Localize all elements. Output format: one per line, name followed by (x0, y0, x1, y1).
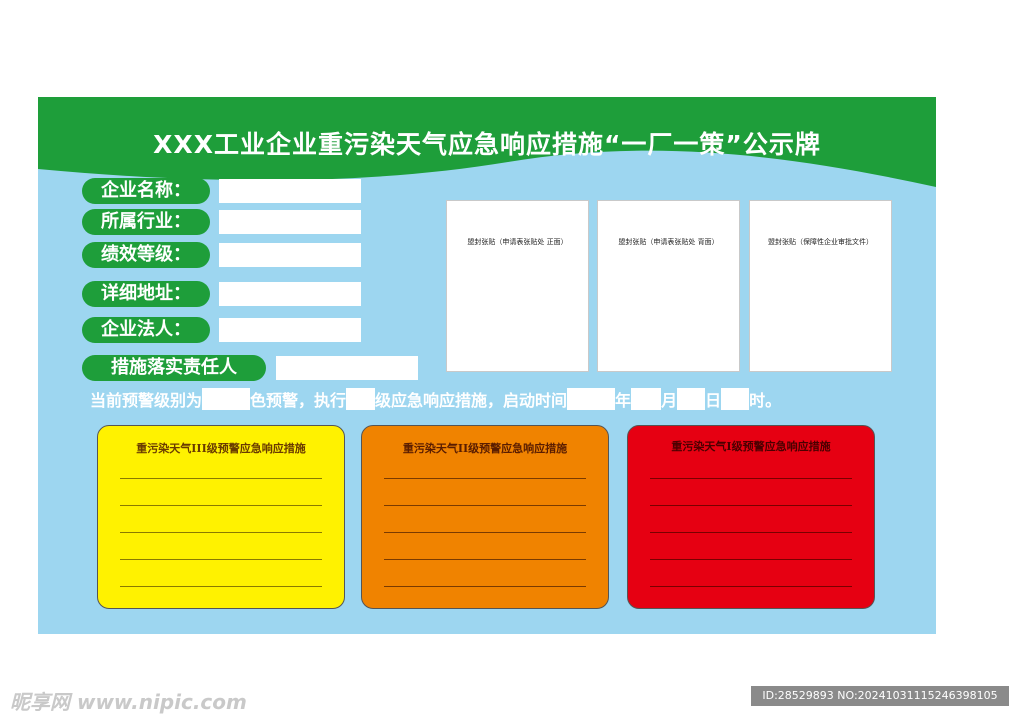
field-label: 措施落实责任人 (82, 355, 266, 381)
notice-sheet-front: 盟封张贴（申请表张贴处 正面） (446, 200, 589, 372)
day-input[interactable] (677, 388, 706, 410)
panel-level-2: 重污染天气II级预警应急响应措施 (361, 425, 609, 609)
panel-title: 重污染天气I级预警应急响应措施 (671, 440, 831, 453)
panel-level-1: 重污染天气I级预警应急响应措施 (627, 425, 875, 609)
status-text: 年 (615, 391, 632, 410)
rule-line (384, 478, 586, 479)
rule-line (120, 559, 322, 560)
response-level-input[interactable] (346, 388, 376, 410)
company-name-input[interactable] (219, 179, 361, 203)
status-text: 月 (661, 391, 678, 410)
legal-person-input[interactable] (219, 318, 361, 342)
rule-line (120, 505, 322, 506)
image-id-bar: ID:28529893 NO:20241031115246398105 (751, 686, 1009, 706)
rule-line (650, 505, 852, 506)
panel-title: 重污染天气II级预警应急响应措施 (402, 442, 568, 455)
rule-line (384, 505, 586, 506)
month-input[interactable] (631, 388, 662, 410)
rule-line (120, 478, 322, 479)
panel-title: 重污染天气III级预警应急响应措施 (136, 442, 306, 455)
field-label: 所属行业： (82, 209, 210, 235)
rule-line (650, 532, 852, 533)
rule-line (384, 559, 586, 560)
notice-label: 盟封张贴（申请表张贴处 背面） (618, 238, 719, 246)
field-label: 详细地址： (82, 281, 210, 307)
field-label: 企业法人： (82, 317, 210, 343)
panel-level-3: 重污染天气III级预警应急响应措施 (97, 425, 345, 609)
rule-line (650, 586, 852, 587)
rule-line (384, 586, 586, 587)
rule-line (120, 532, 322, 533)
notice-board: XXX工业企业重污染天气应急响应措施“一厂一策”公示牌 企业名称： 所属行业： … (38, 97, 936, 634)
status-text: 时。 (749, 391, 782, 410)
notice-sheet-back: 盟封张贴（申请表张贴处 背面） (597, 200, 740, 372)
field-label: 企业名称： (82, 178, 210, 204)
board-title: XXX工业企业重污染天气应急响应措施“一厂一策”公示牌 (153, 130, 821, 159)
status-text: 日 (705, 391, 722, 410)
year-input[interactable] (567, 388, 616, 410)
notice-label: 盟封张贴（保障性企业审批文件） (768, 238, 873, 246)
responsible-person-input[interactable] (276, 356, 418, 380)
industry-input[interactable] (219, 210, 361, 234)
status-text: 当前预警级别为 (90, 391, 203, 410)
rule-line (650, 478, 852, 479)
rule-line (384, 532, 586, 533)
performance-level-input[interactable] (219, 243, 361, 267)
warning-color-input[interactable] (202, 388, 251, 410)
notice-label: 盟封张贴（申请表张贴处 正面） (467, 238, 568, 246)
notice-sheet-approval: 盟封张贴（保障性企业审批文件） (749, 200, 892, 372)
status-text: 色预警，执行 (250, 391, 347, 410)
field-label: 绩效等级： (82, 242, 210, 268)
warning-status-line: 当前预警级别为 色预警，执行 级应急响应措施，启动时间 年 月 日 时。 (90, 387, 781, 411)
watermark-logo: 昵享网 www.nipic.com (10, 690, 247, 714)
hour-input[interactable] (721, 388, 750, 410)
address-input[interactable] (219, 282, 361, 306)
rule-line (120, 586, 322, 587)
rule-line (650, 559, 852, 560)
status-text: 级应急响应措施，启动时间 (375, 391, 568, 410)
